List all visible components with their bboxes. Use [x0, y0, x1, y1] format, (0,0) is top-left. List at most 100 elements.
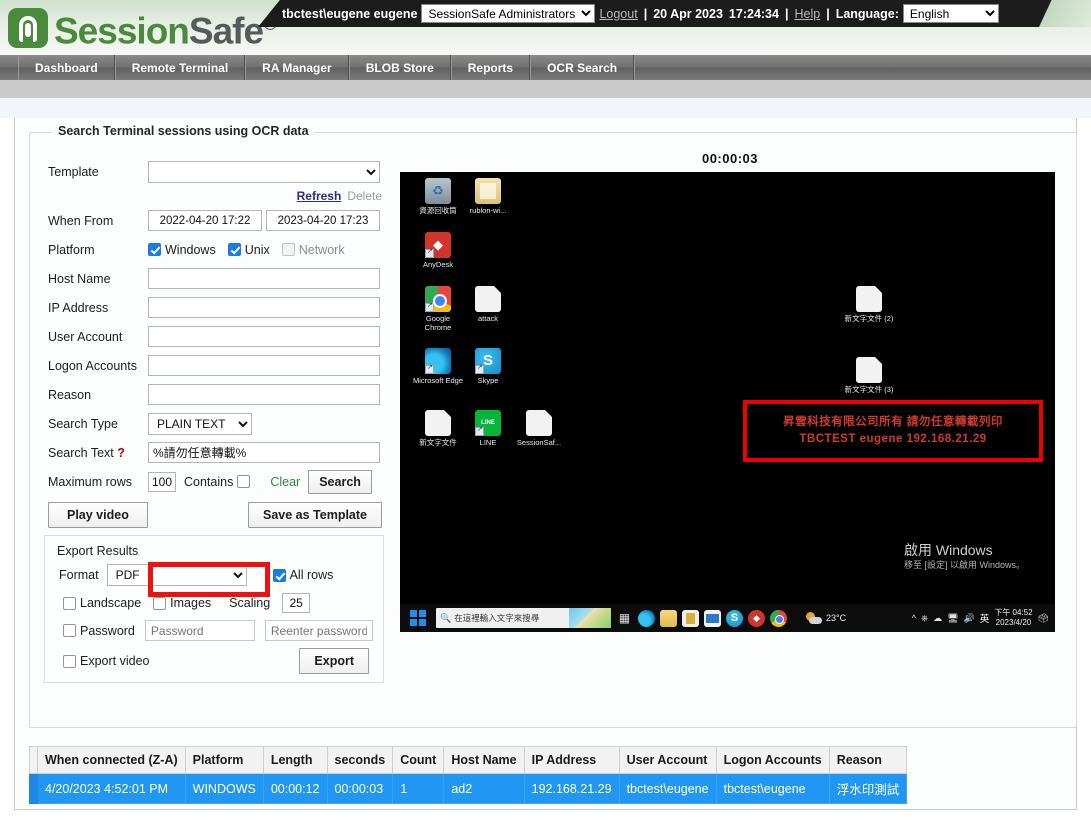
export-video-checkbox[interactable]: Export video — [63, 654, 149, 668]
checkbox-box-landscape[interactable] — [63, 596, 76, 610]
column-header-length[interactable]: Length — [262, 746, 328, 774]
session-video-frame[interactable]: 資源回收筒 rublon-wi... AnyDesk Google Chrome… — [400, 172, 1055, 632]
nav-tab-reports[interactable]: Reports — [450, 55, 531, 80]
column-header-user-account[interactable]: User Account — [618, 746, 717, 774]
nav-tab-dashboard[interactable]: Dashboard — [18, 55, 115, 80]
images-label: Images — [170, 596, 212, 610]
line-icon — [475, 410, 501, 436]
password-checkbox[interactable]: Password — [63, 624, 135, 638]
search-type-select[interactable]: PLAIN TEXT — [148, 412, 252, 435]
file-explorer-icon[interactable] — [660, 609, 677, 627]
column-header-platform[interactable]: Platform — [184, 746, 264, 774]
checkbox-box-password[interactable] — [63, 624, 76, 637]
tray-ime-icon[interactable]: 英 — [980, 611, 990, 625]
table-row[interactable]: 4/20/2023 4:52:01 PM WINDOWS 00:00:12 00… — [29, 773, 908, 804]
column-header-ip-address[interactable]: IP Address — [523, 746, 620, 774]
column-header-seconds[interactable]: seconds — [326, 746, 394, 774]
task-view-icon[interactable]: ▦ — [616, 610, 633, 627]
microsoft-store-icon[interactable] — [682, 609, 699, 627]
skype-taskbar-icon[interactable] — [726, 609, 743, 627]
search-button[interactable]: Search — [308, 469, 372, 494]
cortana-icon[interactable] — [569, 608, 611, 628]
reason-input[interactable] — [148, 384, 380, 405]
start-button-icon[interactable] — [410, 610, 426, 626]
password-input[interactable] — [144, 620, 255, 641]
images-checkbox[interactable]: Images — [153, 596, 211, 610]
desktop-icon-chrome[interactable]: Google Chrome — [412, 286, 464, 332]
checkbox-box-windows[interactable] — [148, 243, 161, 256]
checkbox-box-unix[interactable] — [227, 243, 241, 256]
desktop-icon-edge[interactable]: Microsoft Edge — [412, 348, 464, 385]
taskbar-search-box[interactable]: 🔍 在這裡輸入文字來搜尋 — [436, 608, 611, 628]
anydesk-taskbar-icon[interactable] — [748, 609, 765, 627]
desktop-icon-anydesk[interactable]: AnyDesk — [412, 232, 464, 269]
contains-checkbox[interactable]: Contains — [184, 475, 251, 489]
all-rows-checkbox[interactable]: All rows — [272, 568, 333, 582]
column-header-when-connected[interactable]: When connected (Z-A) — [37, 746, 186, 774]
checkbox-box-export-video[interactable] — [63, 654, 76, 668]
platform-network-checkbox[interactable]: Network — [281, 242, 345, 257]
tray-volume-icon[interactable]: 🔊 — [964, 613, 975, 624]
mail-icon[interactable] — [704, 609, 721, 627]
maximum-rows-input[interactable] — [148, 471, 176, 492]
desktop-icon-newtext-3[interactable]: 新文字文件 (3) — [843, 357, 895, 394]
taskbar-weather-widget[interactable]: 23°C — [806, 612, 846, 624]
language-select[interactable]: English — [902, 4, 999, 23]
when-from-input[interactable] — [148, 210, 262, 231]
user-session-banner: tbctest\eugene eugene SessionSafe Admini… — [258, 0, 1091, 27]
desktop-icon-newtext-1[interactable]: 新文字文件 — [412, 410, 464, 447]
delete-link[interactable]: Delete — [347, 189, 382, 203]
desktop-icon-newtext-2[interactable]: 新文字文件 (2) — [843, 286, 895, 323]
user-account-input[interactable] — [148, 326, 380, 347]
platform-network-label: Network — [298, 242, 345, 257]
tray-network-icon[interactable]: 🖥 — [947, 613, 958, 624]
column-header-count[interactable]: Count — [392, 746, 445, 774]
nav-tab-ocr-search[interactable]: OCR Search — [530, 55, 635, 80]
column-header-host-name[interactable]: Host Name — [443, 746, 525, 774]
checkbox-box-contains[interactable] — [237, 475, 251, 488]
platform-unix-checkbox[interactable]: Unix — [227, 243, 270, 257]
desktop-icon-sessionsafe[interactable]: SessionSaf... — [513, 410, 565, 447]
scaling-input[interactable] — [282, 593, 311, 613]
logon-accounts-input[interactable] — [148, 355, 380, 376]
landscape-checkbox[interactable]: Landscape — [63, 596, 141, 610]
tray-chevron-up-icon[interactable]: ^ — [912, 613, 916, 623]
ip-address-input[interactable] — [148, 297, 380, 318]
export-button[interactable]: Export — [299, 648, 369, 674]
clear-link[interactable]: Clear — [270, 475, 300, 489]
when-to-input[interactable] — [266, 210, 380, 231]
platform-windows-checkbox[interactable]: Windows — [148, 243, 216, 257]
play-video-button[interactable]: Play video — [48, 501, 148, 528]
desktop-icon-attack[interactable]: attack — [462, 286, 514, 323]
desktop-icon-skype[interactable]: Skype — [462, 348, 514, 385]
export-format-select[interactable]: PDF — [106, 564, 247, 586]
desktop-icon-rublon[interactable]: rublon-wi... — [462, 178, 514, 215]
column-header-reason[interactable]: Reason — [828, 746, 908, 774]
nav-tab-remote-terminal[interactable]: Remote Terminal — [114, 55, 246, 80]
column-header-logon-accounts[interactable]: Logon Accounts — [715, 746, 830, 774]
chrome-taskbar-icon[interactable] — [770, 609, 787, 627]
checkbox-box-all-rows[interactable] — [272, 568, 286, 582]
form-row-platform: Platform Windows Unix Network — [48, 235, 388, 264]
checkbox-box-images[interactable] — [153, 596, 167, 610]
role-select[interactable]: SessionSafe Administrators — [421, 4, 596, 23]
reenter-password-input[interactable] — [264, 620, 373, 641]
desktop-icon-recycle-bin[interactable]: 資源回收筒 — [412, 178, 464, 215]
help-link[interactable]: Help — [794, 7, 820, 21]
tray-usb-icon[interactable]: ⎈ — [921, 613, 928, 624]
save-as-template-button[interactable]: Save as Template — [248, 501, 382, 528]
edge-taskbar-icon[interactable] — [638, 609, 655, 627]
show-desktop-icon[interactable]: 🗳 — [1038, 613, 1049, 624]
logout-link[interactable]: Logout — [599, 7, 637, 21]
taskbar-clock[interactable]: 下午 04:52 2023/4/20 — [994, 608, 1032, 628]
tray-onedrive-icon[interactable]: ☁ — [933, 613, 942, 624]
refresh-link[interactable]: Refresh — [297, 189, 342, 203]
checkbox-box-network[interactable] — [281, 243, 295, 256]
desktop-icon-line[interactable]: LINE — [462, 410, 514, 447]
host-name-input[interactable] — [148, 268, 380, 289]
nav-tab-blob-store[interactable]: BLOB Store — [348, 55, 451, 80]
template-select[interactable] — [148, 160, 380, 183]
nav-tab-ra-manager[interactable]: RA Manager — [245, 55, 349, 80]
search-text-input[interactable] — [148, 442, 380, 463]
search-text-help-icon[interactable]: ? — [117, 446, 125, 460]
